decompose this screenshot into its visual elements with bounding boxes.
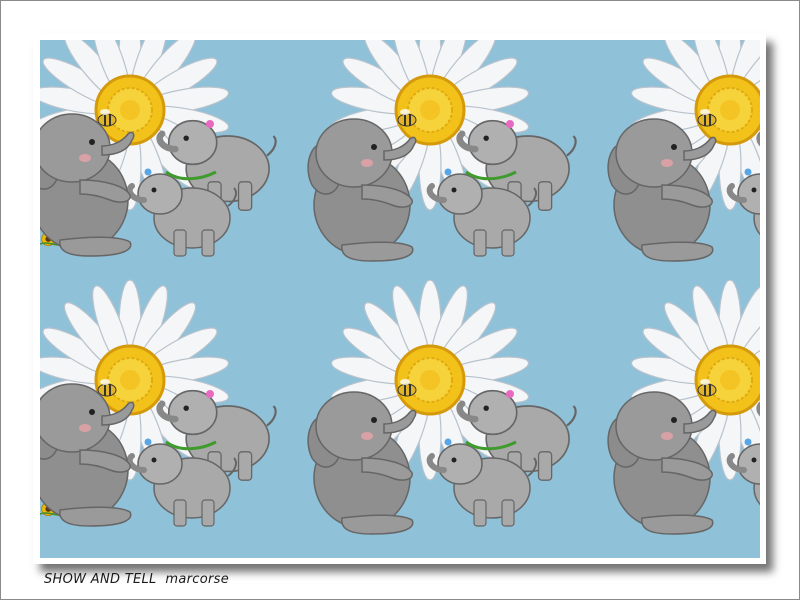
- elephant-pattern-image: [40, 40, 760, 558]
- caption: SHOW AND TELL marcorse: [44, 572, 230, 587]
